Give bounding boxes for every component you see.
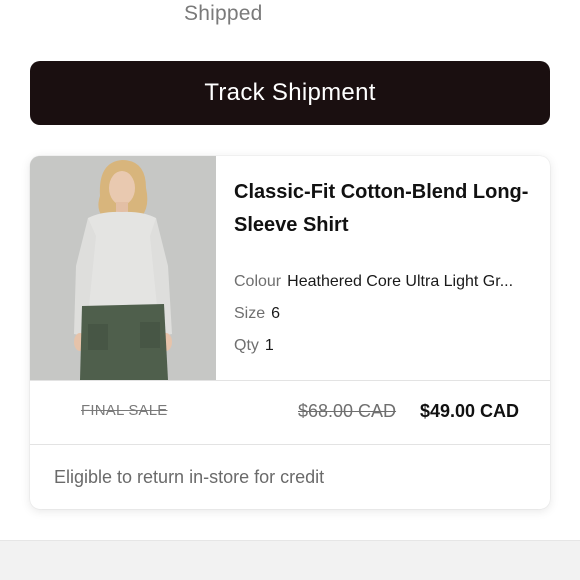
sale-price: $49.00 CAD [420,401,520,421]
size-label: Size [234,305,266,322]
product-image[interactable] [30,156,216,380]
qty-label: Qty [234,337,259,354]
product-photo [30,156,216,380]
colour-row: Colour Heathered Core Ultra Light Gr... [234,273,534,291]
qty-value: 1 [264,337,274,354]
size-row: Size 6 [234,305,534,323]
track-shipment-button[interactable]: Track Shipment [30,61,550,125]
product-name[interactable]: Classic-Fit Cotton-Blend Long-Sleeve Shi… [234,176,534,242]
shipment-status: Shipped [184,2,263,25]
order-item-card: Classic-Fit Cotton-Blend Long-Sleeve Shi… [30,156,550,509]
next-section [0,540,580,580]
final-sale-tag: FINAL SALE [81,402,168,419]
size-value: 6 [271,305,281,322]
return-policy-note: Eligible to return in-store for credit [54,467,325,487]
divider [30,444,550,445]
original-price: $68.00 CAD [298,401,397,421]
colour-label: Colour [234,273,282,290]
colour-value: Heathered Core Ultra Light Gr... [287,273,514,290]
qty-row: Qty 1 [234,337,534,355]
order-details-page: Shipped Track Shipment Classic-Fit Cotto… [0,0,580,580]
divider [30,380,550,381]
